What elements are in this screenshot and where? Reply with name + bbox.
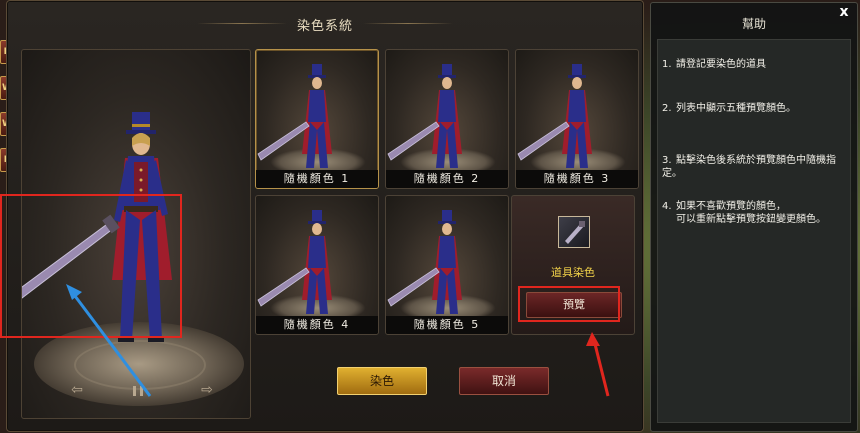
help-item-3: 3. 點擊染色後系統於預覽顏色中隨機指定。: [662, 154, 848, 180]
swatch-character-figure: [517, 64, 592, 168]
help-item-number: 4.: [662, 201, 672, 212]
help-item-text: 請登記要染色的道具: [676, 59, 766, 70]
annotation-box-preview-button: [518, 286, 620, 322]
help-item-4: 4. 如果不喜歡預覽的顏色， 可以重新點擊預覽按鈕變更顏色。: [662, 200, 848, 226]
swatch-random-color-5[interactable]: 隨機顏色 5: [385, 195, 509, 335]
swatch-label: 隨機顏色 4: [256, 316, 378, 334]
rotate-left-icon[interactable]: ⇦: [68, 383, 86, 397]
item-slot[interactable]: [558, 216, 590, 248]
close-icon[interactable]: x: [837, 5, 851, 19]
swatch-random-color-3[interactable]: 隨機顏色 3: [515, 49, 639, 189]
swatch-label: 隨機顏色 5: [386, 316, 508, 334]
rotate-right-icon[interactable]: ⇨: [198, 383, 216, 397]
swatch-label: 隨機顏色 1: [256, 170, 378, 188]
swatch-character-figure: [257, 64, 332, 168]
annotation-box-weapon: [0, 194, 182, 338]
swatch-label: 隨機顏色 2: [386, 170, 508, 188]
weapon-item-icon: [565, 221, 585, 244]
help-item-2: 2. 列表中顯示五種預覽顏色。: [662, 102, 848, 115]
help-item-text: 列表中顯示五種預覽顏色。: [676, 103, 796, 114]
swatch-character-figure: [387, 210, 462, 314]
help-item-1: 1. 請登記要染色的道具: [662, 58, 848, 71]
cancel-button[interactable]: 取消: [459, 367, 549, 395]
help-window: 幫助 x 1. 請登記要染色的道具 2. 列表中顯示五種預覽顏色。 3. 點擊染色後系…: [650, 2, 858, 432]
help-item-number: 3.: [662, 155, 672, 166]
help-item-text: 點擊染色後系統於預覽顏色中隨機指定。: [662, 155, 836, 179]
swatch-label: 隨機顏色 3: [516, 170, 638, 188]
help-title: 幫助: [741, 17, 766, 31]
item-dye-label: 道具染色: [551, 266, 595, 279]
swatch-random-color-1[interactable]: 隨機顏色 1: [255, 49, 379, 189]
help-item-number: 1.: [662, 59, 672, 70]
help-item-subtext: 可以重新點擊預覽按鈕變更顏色。: [676, 214, 826, 225]
help-item-number: 2.: [662, 103, 672, 114]
pause-rotation-icon[interactable]: [133, 386, 143, 396]
help-item-text: 如果不喜歡預覽的顏色，: [676, 201, 786, 212]
swatch-random-color-2[interactable]: 隨機顏色 2: [385, 49, 509, 189]
swatch-random-color-4[interactable]: 隨機顏色 4: [255, 195, 379, 335]
swatch-character-figure: [387, 64, 462, 168]
dye-button[interactable]: 染色: [337, 367, 427, 395]
window-title: 染色系統: [296, 19, 353, 34]
swatch-character-figure: [257, 210, 332, 314]
help-body: 1. 請登記要染色的道具 2. 列表中顯示五種預覽顏色。 3. 點擊染色後系統於預覽顏…: [657, 39, 851, 423]
